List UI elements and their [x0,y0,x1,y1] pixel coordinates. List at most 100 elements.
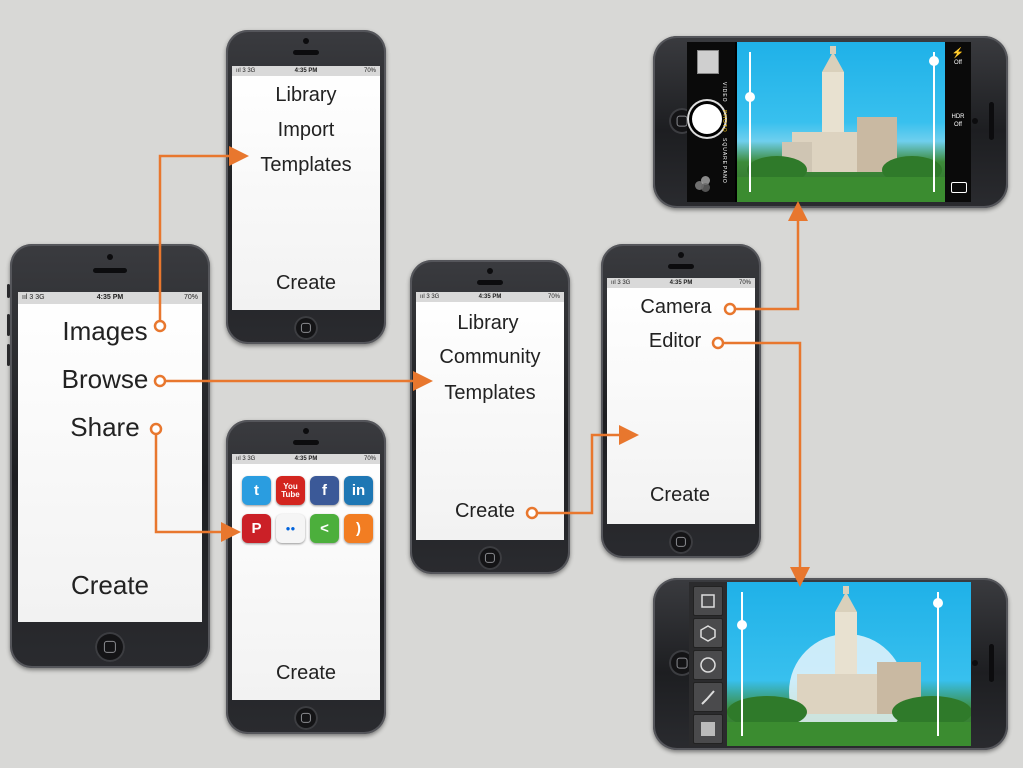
menu-templates[interactable]: Templates [232,154,380,177]
social-grid: t You Tube f in P ●● <) [232,466,380,566]
flash-value: Off [954,60,962,66]
linkedin-icon[interactable]: in [344,476,373,505]
share-icon[interactable]: < [310,514,339,543]
gradient-tool-icon[interactable] [693,714,723,744]
hexagon-tool-icon[interactable] [693,618,723,648]
camera-right-controls: ⚡ Off HDR Off [945,42,971,202]
front-camera [972,660,978,666]
menu-browse[interactable]: Browse [18,364,202,395]
filters-icon[interactable] [695,176,711,192]
main-phone: ııl 3 3G 4:35 PM 70% Images Browse Share… [7,244,210,668]
browse-phone: ııl 3 3G 4:35 PM 70% Library Community T… [410,260,570,574]
home-button[interactable] [294,316,318,340]
earpiece-speaker [293,50,319,55]
hdr-label[interactable]: HDR [945,114,971,120]
status-bar: ııl 3 3G 4:35 PM 70% [232,66,380,76]
volume-up-button [7,314,10,336]
front-camera [107,254,113,260]
earpiece-speaker [477,280,503,285]
create-button[interactable]: Create [232,662,380,685]
status-bar: ııl 3 3G 4:35 PM 70% [18,292,202,304]
share-screen: ııl 3 3G 4:35 PM 70% t You Tube f in P ●● <) C… [232,454,380,700]
status-time: 4:35 PM [294,68,318,74]
last-photo-thumbnail[interactable] [697,50,719,74]
hdr-value: Off [954,122,962,128]
home-button[interactable] [95,632,125,662]
front-camera [678,252,684,258]
create-button[interactable]: Create [607,484,755,507]
menu-import[interactable]: Import [232,119,380,142]
home-button[interactable] [669,530,693,554]
earpiece-speaker [989,102,994,140]
menu-camera[interactable]: Camera [607,296,755,319]
menu-library[interactable]: Library [232,84,380,107]
brush-tool-icon[interactable] [693,682,723,712]
editor-image [727,582,971,746]
battery-indicator: 70% [183,294,198,301]
mute-switch [7,284,10,298]
left-slider[interactable] [737,592,747,736]
facebook-icon[interactable]: f [310,476,339,505]
mode-square[interactable]: SQUARE [721,138,727,165]
create-button[interactable]: Create [416,500,564,523]
switch-camera-icon[interactable] [951,182,967,193]
menu-community[interactable]: Community [416,346,564,369]
twitter-icon[interactable]: t [242,476,271,505]
browse-screen: ııl 3 3G 4:35 PM 70% Library Community T… [416,292,564,540]
earpiece-speaker [293,440,319,445]
battery-indicator: 70% [547,294,560,300]
camera-preview-photo [737,42,945,202]
home-button[interactable] [478,546,502,570]
flickr-icon[interactable]: ●● [276,514,305,543]
earpiece-speaker [93,268,127,273]
square-tool-icon[interactable] [693,586,723,616]
building-illustration [737,46,945,202]
status-bar: ııl 3 3G 4:35 PM 70% [232,454,380,464]
right-slider[interactable] [933,592,943,736]
editor-canvas [689,582,971,746]
camera-viewfinder: VIDEO PHOTO SQUARE PANO ⚡ Off HDR Off [687,42,971,202]
main-screen: ııl 3 3G 4:35 PM 70% Images Browse Share… [18,292,202,622]
mode-selector[interactable]: VIDEO PHOTO SQUARE PANO [721,82,733,192]
mode-video[interactable]: VIDEO [721,82,727,103]
create-button[interactable]: Create [232,272,380,295]
menu-library[interactable]: Library [416,312,564,335]
rss-icon[interactable]: ) [344,514,373,543]
status-time: 4:35 PM [478,294,502,300]
tool-palette [689,582,727,746]
exposure-slider[interactable] [745,52,755,192]
menu-images[interactable]: Images [18,316,202,347]
front-camera [303,428,309,434]
youtube-icon[interactable]: You Tube [276,476,305,505]
home-button[interactable] [294,706,318,730]
battery-indicator: 70% [363,68,376,74]
circle-tool-icon[interactable] [693,650,723,680]
mode-pano[interactable]: PANO [721,166,727,184]
zoom-slider[interactable] [929,52,939,192]
flash-icon[interactable]: ⚡ [945,48,971,59]
front-camera [303,38,309,44]
pinterest-icon[interactable]: P [242,514,271,543]
create-button[interactable]: Create [18,570,202,601]
shutter-button[interactable] [692,104,722,134]
status-time: 4:35 PM [96,294,124,301]
earpiece-speaker [668,264,694,269]
battery-indicator: 70% [738,280,751,286]
front-camera [972,118,978,124]
volume-down-button [7,344,10,366]
menu-templates[interactable]: Templates [416,382,564,405]
front-camera [487,268,493,274]
images-screen: ııl 3 3G 4:35 PM 70% Library Import Temp… [232,66,380,310]
battery-indicator: 70% [363,456,376,462]
create-phone: ııl 3 3G 4:35 PM 70% Camera Editor Creat… [601,244,761,558]
camera-phone: VIDEO PHOTO SQUARE PANO ⚡ Off HDR Off [653,36,1008,208]
menu-editor[interactable]: Editor [607,330,755,353]
mode-photo[interactable]: PHOTO [721,110,727,133]
status-time: 4:35 PM [294,456,318,462]
menu-share[interactable]: Share [18,412,202,443]
editor-phone [653,578,1008,750]
images-phone: ııl 3 3G 4:35 PM 70% Library Import Temp… [226,30,386,344]
share-phone: ııl 3 3G 4:35 PM 70% t You Tube f in P ●● <) C… [226,420,386,734]
earpiece-speaker [989,644,994,682]
create-screen: ııl 3 3G 4:35 PM 70% Camera Editor Creat… [607,278,755,524]
